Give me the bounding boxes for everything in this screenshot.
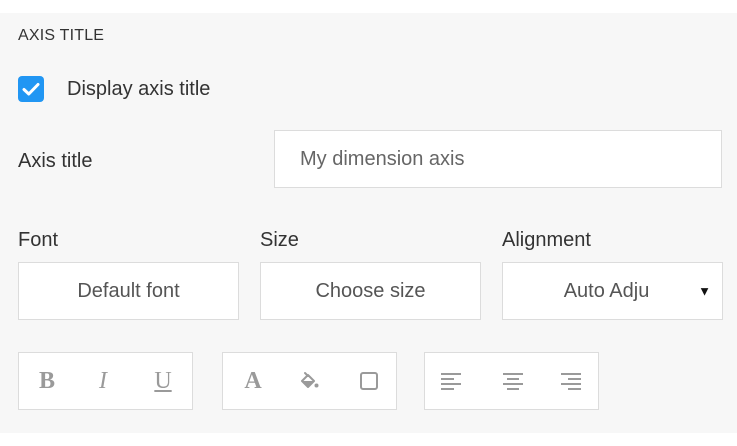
axis-title-input[interactable] [274,130,722,188]
font-select[interactable]: Default font [18,262,239,320]
axis-title-label: Axis title [18,150,93,172]
paint-bucket-icon [301,372,319,388]
align-right-icon [561,373,581,390]
checkmark-icon [22,83,40,96]
alignment-select[interactable]: Auto Adju ▼ [502,262,723,320]
font-select-value: Default font [77,279,180,302]
color-group: A [222,352,397,410]
align-left-button[interactable] [433,353,469,409]
display-axis-title-row[interactable]: Display axis title [18,75,210,103]
size-label: Size [260,229,299,251]
section-title: AXIS TITLE [18,27,105,44]
display-axis-title-checkbox[interactable] [18,76,44,102]
alignment-select-value: Auto Adju [563,279,650,302]
underline-button[interactable]: U [145,353,181,409]
border-color-button[interactable] [351,353,387,409]
size-select[interactable]: Choose size [260,262,481,320]
chevron-down-icon: ▼ [698,283,711,299]
font-color-button[interactable]: A [235,353,271,409]
alignment-label: Alignment [502,229,591,251]
size-select-value: Choose size [315,279,426,302]
border-box-icon [360,372,378,390]
bold-button[interactable]: B [29,353,65,409]
fill-color-button[interactable] [291,353,327,409]
display-axis-title-label: Display axis title [67,77,211,100]
align-left-icon [441,373,461,390]
align-center-icon [503,373,523,390]
align-right-button[interactable] [553,353,589,409]
text-style-group: B I U [18,352,193,410]
italic-button[interactable]: I [85,353,121,409]
font-label: Font [18,229,59,251]
text-align-group [424,352,599,410]
align-center-button[interactable] [495,353,531,409]
